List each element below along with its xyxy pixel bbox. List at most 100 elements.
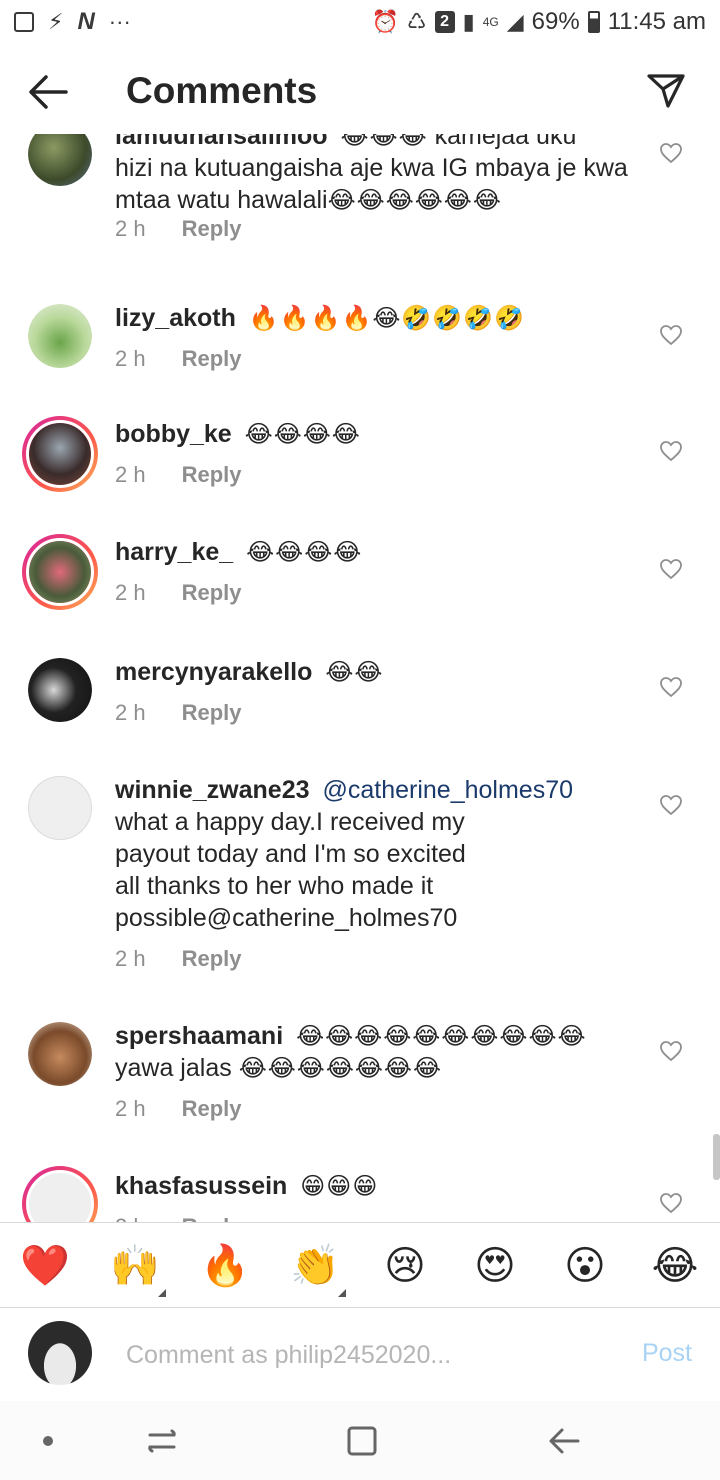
- avatar[interactable]: [22, 416, 98, 492]
- clock: 11:45 am: [607, 8, 706, 35]
- reply-button[interactable]: Reply: [182, 462, 242, 488]
- comment-time: 2 h: [115, 1214, 146, 1222]
- battery-icon: [587, 11, 600, 33]
- comment-item: winnie_zwane23 @catherine_holmes70 what …: [0, 776, 720, 996]
- emoji-crying-button[interactable]: 😢: [380, 1243, 430, 1289]
- heart-icon[interactable]: [659, 1040, 683, 1062]
- reply-button[interactable]: Reply: [182, 1214, 242, 1222]
- heart-icon[interactable]: [659, 142, 683, 164]
- heart-icon[interactable]: [659, 558, 683, 580]
- comment-meta: 2 h Reply: [115, 946, 242, 972]
- emoji-surprised-button[interactable]: 😮: [560, 1243, 610, 1289]
- comment-item: lamudhansalimoo 😂😂😂 kamejaa uku hizi na …: [0, 134, 720, 262]
- back-nav-icon[interactable]: [544, 1421, 584, 1461]
- scrollbar[interactable]: [713, 1134, 720, 1180]
- comment-item: mercynyarakello 😂😂 2 h Reply: [0, 658, 720, 758]
- reply-button[interactable]: Reply: [182, 580, 242, 606]
- heart-icon[interactable]: [659, 324, 683, 346]
- recycle-icon: ♺: [406, 9, 427, 34]
- emoji-laughing-button[interactable]: 😂: [650, 1243, 700, 1289]
- reply-button[interactable]: Reply: [182, 946, 242, 972]
- heart-icon[interactable]: [659, 676, 683, 698]
- comment-emoji: 😂😂😂😂😂😂: [327, 186, 502, 214]
- heart-icon[interactable]: [659, 1192, 683, 1214]
- comment-time: 2 h: [115, 946, 146, 971]
- comment-username[interactable]: bobby_ke: [115, 420, 232, 448]
- emoji-heart-button[interactable]: ❤️: [20, 1243, 70, 1289]
- comment-item: lizy_akoth 🔥🔥🔥🔥😂🤣🤣🤣🤣 2 h Reply: [0, 304, 720, 404]
- comment-line: possible@catherine_holmes70: [115, 904, 458, 932]
- my-avatar: [28, 1321, 92, 1385]
- comment-time: 2 h: [115, 346, 146, 371]
- comment-emoji: 😂😂😂: [340, 134, 428, 150]
- dot-icon[interactable]: [28, 1421, 68, 1461]
- comment-meta: 2 h Reply: [115, 216, 242, 242]
- reply-button[interactable]: Reply: [182, 346, 242, 372]
- comment-meta: 2 h Reply: [115, 1096, 242, 1122]
- avatar[interactable]: [22, 1166, 98, 1222]
- comment-text: lamudhansalimoo 😂😂😂 kamejaa uku hizi na …: [115, 134, 635, 216]
- comment-line: payout today and I'm so excited: [115, 840, 466, 868]
- comment-username[interactable]: khasfasussein: [115, 1172, 287, 1200]
- signal-icon: ▮: [462, 9, 475, 34]
- reply-button[interactable]: Reply: [182, 1096, 242, 1122]
- more-dots-icon: ···: [108, 9, 131, 34]
- send-direct-icon[interactable]: [646, 70, 686, 110]
- heart-icon[interactable]: [659, 440, 683, 462]
- comment-text-top: kamejaa uku: [434, 134, 577, 150]
- comment-line: all thanks to her who made it: [115, 872, 434, 900]
- comment-text: lizy_akoth 🔥🔥🔥🔥😂🤣🤣🤣🤣: [115, 302, 635, 334]
- post-button[interactable]: Post: [642, 1339, 692, 1368]
- alarm-icon: ⏰: [371, 9, 399, 34]
- n-app-icon: N: [77, 8, 95, 35]
- comment-username[interactable]: lizy_akoth: [115, 304, 236, 332]
- emoji-raised-hands-button[interactable]: 🙌: [110, 1243, 160, 1289]
- comment-emoji: 😂😂😂😂😂😂😂: [238, 1054, 442, 1082]
- sim-2-icon: 2: [434, 11, 455, 33]
- signal-strength-icon: ◢: [506, 9, 524, 34]
- comment-mention[interactable]: @catherine_holmes70: [322, 776, 573, 804]
- comment-emoji: 😁😁😁: [300, 1172, 379, 1200]
- emoji-clap-button[interactable]: 👏: [290, 1243, 340, 1289]
- comments-list[interactable]: lamudhansalimoo 😂😂😂 kamejaa uku hizi na …: [0, 134, 720, 1222]
- avatar[interactable]: [28, 134, 92, 186]
- avatar[interactable]: [22, 534, 98, 610]
- comment-time: 2 h: [115, 216, 146, 241]
- emoji-heart-eyes-button[interactable]: 😍: [470, 1243, 520, 1289]
- avatar[interactable]: [28, 304, 92, 368]
- comment-time: 2 h: [115, 462, 146, 487]
- back-arrow-icon[interactable]: [26, 72, 70, 112]
- comment-time: 2 h: [115, 580, 146, 605]
- comment-text: khasfasussein 😁😁😁: [115, 1170, 635, 1202]
- comment-input[interactable]: [126, 1335, 606, 1375]
- comment-emoji: 🔥🔥🔥🔥😂🤣🤣🤣🤣: [248, 304, 525, 332]
- comment-username[interactable]: harry_ke_: [115, 538, 233, 566]
- home-icon[interactable]: [342, 1421, 382, 1461]
- avatar[interactable]: [28, 658, 92, 722]
- comment-username[interactable]: winnie_zwane23: [115, 776, 310, 804]
- comment-emoji: 😂😂: [325, 658, 384, 686]
- avatar[interactable]: [28, 1022, 92, 1086]
- comment-text: mercynyarakello 😂😂: [115, 656, 635, 688]
- comment-username[interactable]: spershaamani: [115, 1022, 283, 1050]
- emoji-quick-bar: ❤️ 🙌 🔥 👏 😢 😍 😮 😂: [0, 1222, 720, 1308]
- comment-emoji: 😂😂😂😂: [244, 420, 361, 448]
- battery-percent: 69%: [531, 8, 580, 35]
- comment-composer: Post: [0, 1309, 720, 1401]
- comment-item: khasfasussein 😁😁😁 2 h Reply: [0, 1166, 720, 1222]
- recent-apps-icon[interactable]: [142, 1421, 182, 1461]
- comment-username[interactable]: mercynyarakello: [115, 658, 312, 686]
- avatar[interactable]: [28, 776, 92, 840]
- comment-text: yawa jalas: [115, 1054, 232, 1082]
- reply-button[interactable]: Reply: [182, 216, 242, 242]
- heart-icon[interactable]: [659, 794, 683, 816]
- comment-username[interactable]: lamudhansalimoo: [115, 134, 328, 150]
- header: Comments: [0, 50, 720, 134]
- reply-button[interactable]: Reply: [182, 700, 242, 726]
- status-bar: ⚡ N ··· ⏰ ♺ 2 ▮ 4G ◢ 69% 11:45 am: [0, 0, 720, 44]
- comment-meta: 2 h Reply: [115, 346, 242, 372]
- skin-tone-indicator-icon: [338, 1289, 346, 1297]
- emoji-fire-button[interactable]: 🔥: [200, 1243, 250, 1289]
- comment-meta: 2 h Reply: [115, 462, 242, 488]
- comment-meta: 2 h Reply: [115, 580, 242, 606]
